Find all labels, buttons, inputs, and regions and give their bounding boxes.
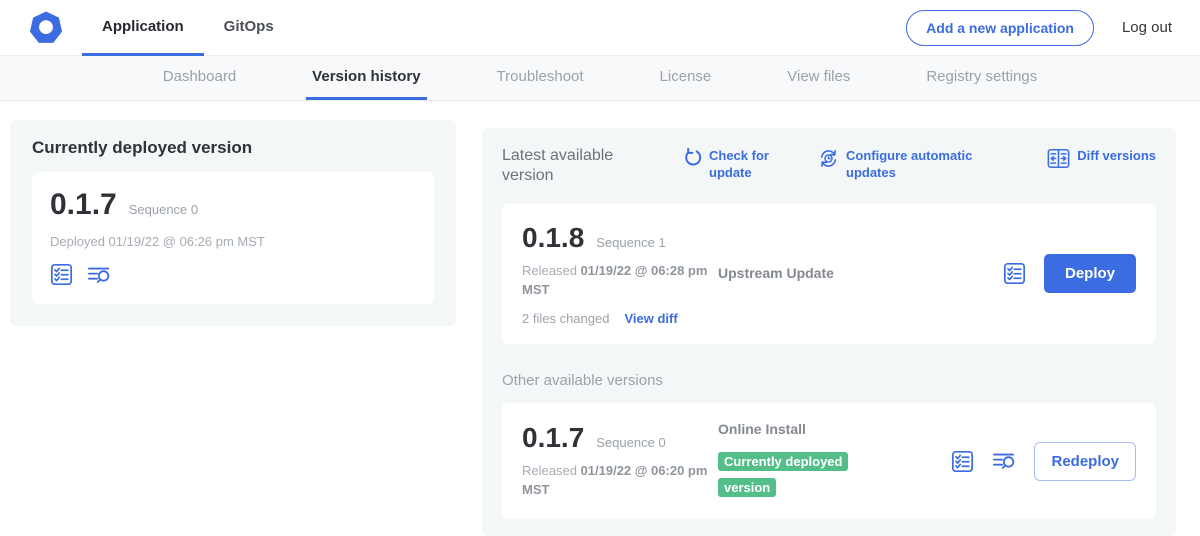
topnav-right: Add a new application Log out xyxy=(906,10,1172,46)
preflight-checklist-icon[interactable] xyxy=(50,263,73,286)
app-subnav: Dashboard Version history Troubleshoot L… xyxy=(0,56,1200,101)
diff-versions-link[interactable]: Diff versions xyxy=(1047,148,1156,169)
other-released-timestamp: Released 01/19/22 @ 06:20 pm MST xyxy=(522,462,708,500)
app-logo-icon xyxy=(28,10,64,46)
currently-deployed-title: Currently deployed version xyxy=(32,138,434,158)
subnav-tab-view-files[interactable]: View files xyxy=(781,56,856,100)
check-for-update-link[interactable]: Check for update xyxy=(682,148,776,182)
deployed-timestamp: Deployed 01/19/22 @ 06:26 pm MST xyxy=(50,234,416,249)
version-row-other: 0.1.7 Sequence 0 Released 01/19/22 @ 06:… xyxy=(502,403,1156,520)
currently-deployed-badge: Currently deployed version xyxy=(718,452,848,497)
auto-update-clock-icon xyxy=(818,148,839,169)
current-version-number: 0.1.7 xyxy=(50,188,117,222)
latest-version-number: 0.1.8 xyxy=(522,222,584,254)
other-source-label: Online Install xyxy=(718,421,806,437)
currently-deployed-card: Currently deployed version 0.1.7 Sequenc… xyxy=(10,120,456,326)
version-row-latest: 0.1.8 Sequence 1 Released 01/19/22 @ 06:… xyxy=(502,204,1156,344)
redeploy-button[interactable]: Redeploy xyxy=(1034,442,1136,481)
available-versions-panel: Latest available version Check for updat… xyxy=(482,128,1176,536)
subnav-tab-license[interactable]: License xyxy=(654,56,718,100)
preflight-checklist-icon[interactable] xyxy=(951,450,974,473)
other-versions-title: Other available versions xyxy=(502,372,1156,389)
current-version-detail: 0.1.7 Sequence 0 Deployed 01/19/22 @ 06:… xyxy=(32,172,434,304)
subnav-tab-version-history[interactable]: Version history xyxy=(306,56,426,100)
latest-sequence-label: Sequence 1 xyxy=(596,235,665,250)
subnav-tab-troubleshoot[interactable]: Troubleshoot xyxy=(491,56,590,100)
configure-automatic-updates-link[interactable]: Configure automatic updates xyxy=(818,148,976,182)
view-diff-link[interactable]: View diff xyxy=(624,311,677,326)
latest-released-timestamp: Released 01/19/22 @ 06:28 pm MST xyxy=(522,262,708,300)
logout-link[interactable]: Log out xyxy=(1122,19,1172,36)
add-application-button[interactable]: Add a new application xyxy=(906,10,1094,46)
kots-admin-console: Application GitOps Add a new application… xyxy=(0,0,1200,536)
preflight-checklist-icon[interactable] xyxy=(1003,262,1026,285)
other-sequence-label: Sequence 0 xyxy=(596,435,665,450)
tab-application[interactable]: Application xyxy=(82,0,204,56)
check-update-refresh-icon xyxy=(682,148,702,168)
other-version-number: 0.1.7 xyxy=(522,422,584,454)
tab-gitops[interactable]: GitOps xyxy=(204,0,294,56)
subnav-tab-registry-settings[interactable]: Registry settings xyxy=(920,56,1043,100)
files-changed-label: 2 files changed xyxy=(522,311,609,326)
subnav-tab-dashboard[interactable]: Dashboard xyxy=(157,56,242,100)
latest-source-label: Upstream Update xyxy=(718,265,834,281)
deploy-button[interactable]: Deploy xyxy=(1044,254,1136,293)
diff-versions-icon xyxy=(1047,148,1070,169)
latest-available-title: Latest available version xyxy=(502,146,642,186)
view-logs-icon[interactable] xyxy=(992,450,1016,472)
top-navbar: Application GitOps Add a new application… xyxy=(0,0,1200,56)
topnav-tabs: Application GitOps xyxy=(82,0,294,56)
view-logs-icon[interactable] xyxy=(87,264,111,286)
current-sequence-label: Sequence 0 xyxy=(129,202,198,217)
